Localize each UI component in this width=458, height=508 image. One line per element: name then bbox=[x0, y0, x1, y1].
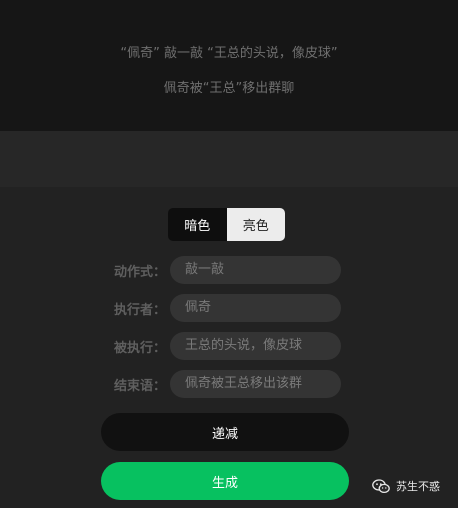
decrement-button[interactable]: 递减 bbox=[101, 413, 349, 451]
target-input[interactable]: 王总的头说，像皮球 bbox=[170, 332, 341, 360]
action-input[interactable]: 敲一敲 bbox=[170, 256, 341, 284]
message-preview: “佩奇” 敲一敲 “王总的头说，像皮球” 佩奇被“王总”移出群聊 bbox=[0, 0, 458, 131]
preview-line-2: 佩奇被“王总”移出群聊 bbox=[163, 81, 295, 96]
ending-row: 结束语： 佩奇被王总移出该群 bbox=[0, 370, 458, 398]
wechat-icon bbox=[372, 478, 390, 493]
light-theme-button[interactable]: 亮色 bbox=[226, 208, 285, 241]
performer-label: 执行者： bbox=[113, 303, 166, 318]
ending-input[interactable]: 佩奇被王总移出该群 bbox=[170, 370, 341, 398]
watermark: 苏生不惑 bbox=[372, 478, 440, 494]
performer-row: 执行者： 佩奇 bbox=[0, 294, 458, 322]
preview-line-1: “佩奇” 敲一敲 “王总的头说，像皮球” bbox=[120, 46, 338, 61]
performer-input[interactable]: 佩奇 bbox=[170, 294, 341, 322]
generate-button[interactable]: 生成 bbox=[101, 462, 349, 500]
dark-theme-button[interactable]: 暗色 bbox=[168, 208, 227, 241]
ending-label: 结束语： bbox=[113, 379, 166, 394]
action-label: 动作式： bbox=[113, 265, 166, 280]
watermark-text: 苏生不惑 bbox=[396, 480, 440, 493]
target-row: 被执行： 王总的头说，像皮球 bbox=[0, 332, 458, 360]
action-row: 动作式： 敲一敲 bbox=[0, 256, 458, 284]
target-label: 被执行： bbox=[113, 341, 166, 356]
theme-toggle: 暗色 亮色 bbox=[168, 208, 285, 241]
